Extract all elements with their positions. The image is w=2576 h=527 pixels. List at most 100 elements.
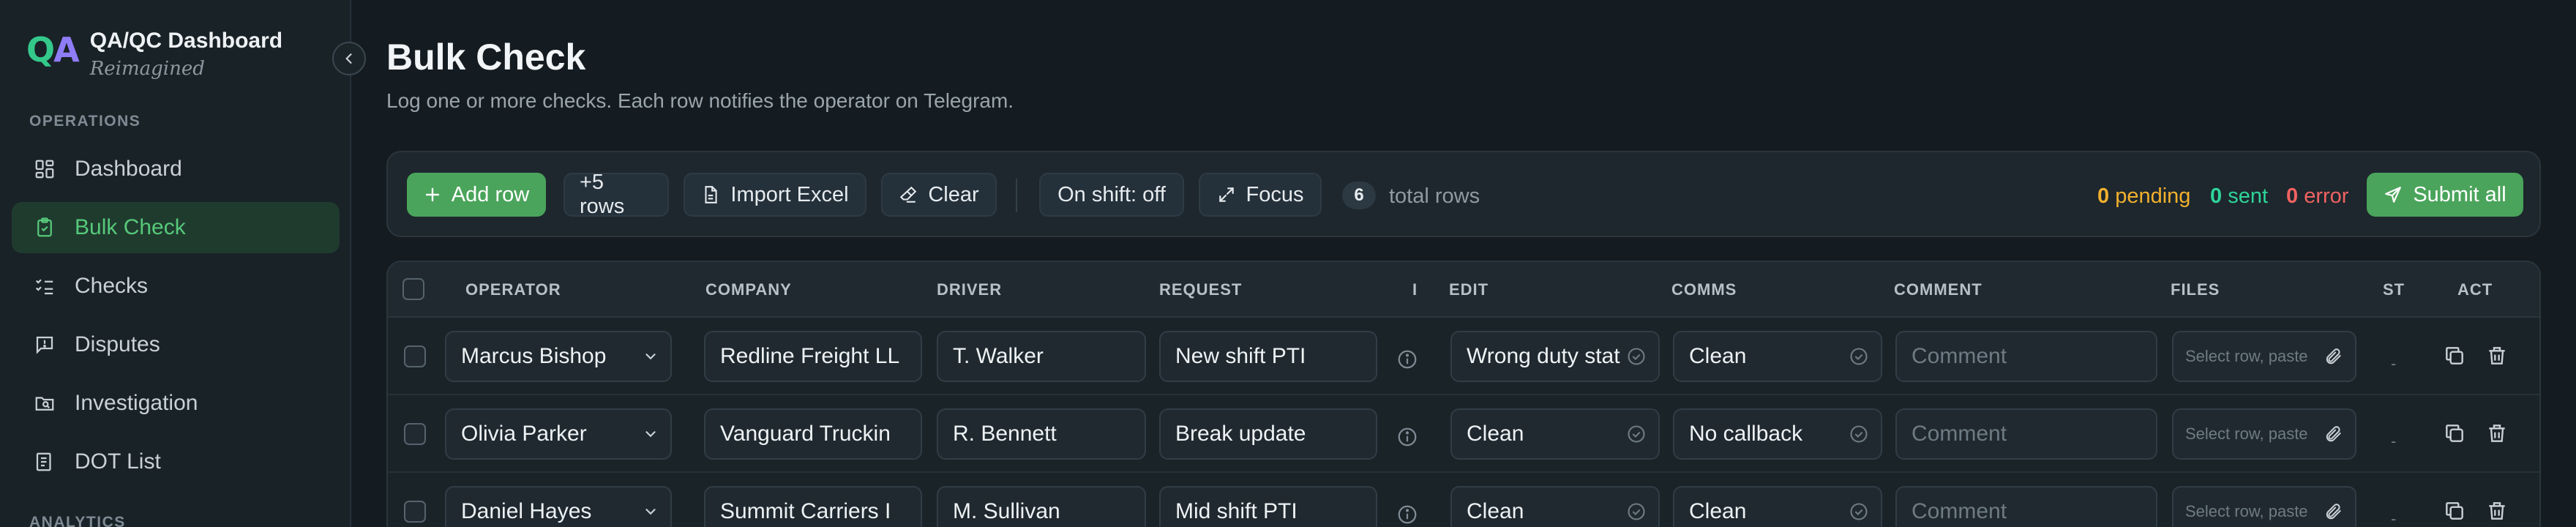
list-icon xyxy=(32,449,57,474)
company-value: Redline Freight LL xyxy=(720,344,900,368)
request-value: New shift PTI xyxy=(1175,344,1306,368)
request-field[interactable]: Mid shift PTI xyxy=(1159,486,1377,527)
section-label-analytics: ANALYTICS xyxy=(29,514,126,527)
sidebar-item-disputes[interactable]: Disputes xyxy=(12,319,340,370)
row-checkbox[interactable] xyxy=(404,345,426,367)
row-checkbox[interactable] xyxy=(404,423,426,445)
sidebar-item-investigation[interactable]: Investigation xyxy=(12,378,340,429)
sidebar-item-label: DOT List xyxy=(75,449,161,474)
driver-field[interactable]: R. Bennett xyxy=(937,408,1146,460)
comms-select[interactable]: Clean xyxy=(1673,486,1882,527)
sidebar-item-bulk-check[interactable]: Bulk Check xyxy=(12,202,340,253)
request-value: Break update xyxy=(1175,422,1306,446)
info-icon[interactable] xyxy=(1396,426,1418,448)
edit-select[interactable]: Clean xyxy=(1450,486,1660,527)
toolbar-divider xyxy=(1016,179,1017,212)
paperclip-icon xyxy=(2326,504,2341,520)
operator-value: Marcus Bishop xyxy=(461,344,607,368)
on-shift-toggle[interactable]: On shift: off xyxy=(1039,173,1184,217)
duplicate-icon[interactable] xyxy=(2443,422,2466,445)
on-shift-label: On shift: off xyxy=(1057,182,1166,206)
info-icon[interactable] xyxy=(1396,504,1418,526)
import-excel-button[interactable]: Import Excel xyxy=(684,173,866,217)
request-field[interactable]: Break update xyxy=(1159,408,1377,460)
sidebar-item-dot-list[interactable]: DOT List xyxy=(12,436,340,487)
sidebar-item-checks[interactable]: Checks xyxy=(12,261,340,312)
duplicate-icon[interactable] xyxy=(2443,499,2466,523)
company-field[interactable]: Redline Freight LL xyxy=(704,331,922,382)
add-row-button[interactable]: Add row xyxy=(407,173,546,217)
total-rows-count: 6 xyxy=(1342,182,1376,209)
edit-value: Clean xyxy=(1467,499,1524,523)
sent-status: 0 sent xyxy=(2210,183,2268,209)
status-indicator: - xyxy=(2391,354,2397,373)
check-circle-icon xyxy=(1628,503,1645,520)
files-dropzone[interactable]: Select row, paste xyxy=(2172,331,2356,382)
operator-select[interactable]: Olivia Parker xyxy=(445,408,672,460)
trash-icon[interactable] xyxy=(2485,344,2509,367)
check-circle-icon xyxy=(1850,425,1868,443)
driver-value: M. Sullivan xyxy=(953,499,1060,523)
info-icon[interactable] xyxy=(1396,348,1418,370)
company-value: Summit Carriers I xyxy=(720,499,891,523)
comment-field[interactable]: Comment xyxy=(1895,331,2157,382)
operator-select[interactable]: Daniel Hayes xyxy=(445,486,672,527)
comms-select[interactable]: Clean xyxy=(1673,331,1882,382)
paperclip-icon xyxy=(2326,426,2341,442)
check-circle-icon xyxy=(1628,348,1645,365)
edit-select[interactable]: Wrong duty stat xyxy=(1450,331,1660,382)
driver-value: T. Walker xyxy=(953,344,1044,368)
comms-select[interactable]: No callback xyxy=(1673,408,1882,460)
error-count: 0 xyxy=(2286,184,2299,208)
collapse-sidebar-button[interactable] xyxy=(332,42,366,75)
sent-label: sent xyxy=(2228,184,2269,208)
sidebar-item-dashboard[interactable]: Dashboard xyxy=(12,143,340,195)
message-alert-icon xyxy=(32,332,57,357)
folder-search-icon xyxy=(32,391,57,416)
chevron-down-icon xyxy=(645,354,656,360)
select-all-checkbox[interactable] xyxy=(402,278,424,300)
check-circle-icon xyxy=(1628,425,1645,443)
check-circle-icon xyxy=(1850,503,1868,520)
sidebar-item-label: Disputes xyxy=(75,332,160,356)
row-checkbox[interactable] xyxy=(404,501,426,523)
header-info: I xyxy=(1412,280,1418,299)
paperclip-icon xyxy=(2326,348,2341,365)
sidebar-item-label: Investigation xyxy=(75,391,198,415)
edit-select[interactable]: Clean xyxy=(1450,408,1660,460)
add-row-label: Add row xyxy=(451,182,530,206)
status-indicator: - xyxy=(2391,432,2397,450)
trash-icon[interactable] xyxy=(2485,422,2509,445)
driver-value: R. Bennett xyxy=(953,422,1057,446)
comment-field[interactable]: Comment xyxy=(1895,408,2157,460)
duplicate-icon[interactable] xyxy=(2443,344,2466,367)
files-dropzone[interactable]: Select row, paste xyxy=(2172,486,2356,527)
page-title: Bulk Check xyxy=(386,37,586,78)
submit-all-button[interactable]: Submit all xyxy=(2367,173,2523,217)
chevron-down-icon xyxy=(645,509,656,515)
total-rows-label: total rows xyxy=(1389,184,1480,208)
focus-button[interactable]: Focus xyxy=(1199,173,1322,217)
add-five-rows-button[interactable]: +5 rows xyxy=(564,171,669,218)
brand[interactable]: QA QA/QC Dashboard Reimagined xyxy=(26,26,282,82)
checklist-icon xyxy=(32,274,57,299)
request-field[interactable]: New shift PTI xyxy=(1159,331,1377,382)
sidebar-item-label: Checks xyxy=(75,274,149,298)
company-field[interactable]: Vanguard Truckin xyxy=(704,408,922,460)
error-status: 0 error xyxy=(2286,183,2348,209)
sent-count: 0 xyxy=(2210,184,2223,208)
logo-a: A xyxy=(53,30,80,70)
trash-icon[interactable] xyxy=(2485,499,2509,523)
submit-all-label: Submit all xyxy=(2413,182,2506,206)
comment-field[interactable]: Comment xyxy=(1895,486,2157,527)
files-dropzone[interactable]: Select row, paste xyxy=(2172,408,2356,460)
driver-field[interactable]: M. Sullivan xyxy=(937,486,1146,527)
toolbar: Add row +5 rows Import Excel Clear On sh… xyxy=(386,151,2541,237)
company-field[interactable]: Summit Carriers I xyxy=(704,486,922,527)
sidebar-item-label: Dashboard xyxy=(75,157,182,181)
driver-field[interactable]: T. Walker xyxy=(937,331,1146,382)
send-icon xyxy=(2385,187,2402,203)
sidebar-item-label: Bulk Check xyxy=(75,215,186,239)
clear-button[interactable]: Clear xyxy=(881,173,997,217)
operator-select[interactable]: Marcus Bishop xyxy=(445,331,672,382)
